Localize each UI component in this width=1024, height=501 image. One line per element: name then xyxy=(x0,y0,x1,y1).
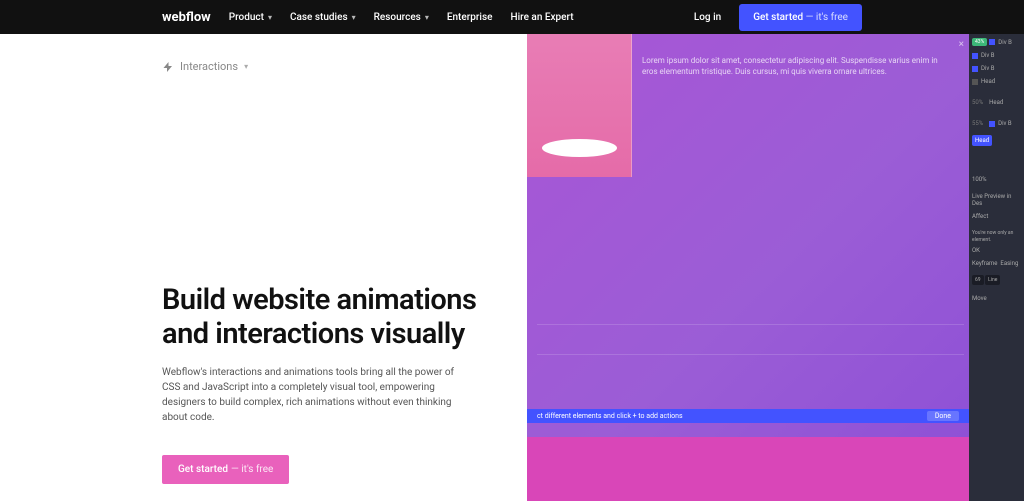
checkbox-icon[interactable] xyxy=(972,53,978,59)
selected-element[interactable]: Head xyxy=(972,135,992,146)
logo[interactable]: webflow xyxy=(162,10,211,25)
chevron-down-icon: ▾ xyxy=(352,13,356,22)
login-link[interactable]: Log in xyxy=(694,12,721,23)
progress-badge: 43% xyxy=(972,38,987,46)
checkbox-icon[interactable] xyxy=(989,121,995,127)
close-icon[interactable]: × xyxy=(959,39,964,50)
nav-hire-expert[interactable]: Hire an Expert xyxy=(511,12,574,23)
animation-panel: 43%Div B Div B Div B Head 50%Head 55%Div… xyxy=(969,34,1024,501)
lightning-icon xyxy=(162,61,174,73)
nav-resources[interactable]: Resources▾ xyxy=(374,12,429,23)
get-started-hero-button[interactable]: Get started — it's free xyxy=(162,455,289,484)
easing-input[interactable]: Line xyxy=(985,275,1000,285)
preview-section xyxy=(527,437,969,501)
designer-preview: Lorem ipsum dolor sit amet, consectetur … xyxy=(527,34,1024,501)
hero-content: Interactions ▾ Build website animations … xyxy=(0,34,527,501)
page-subtext: Webflow's interactions and animations to… xyxy=(162,365,462,425)
nav-enterprise[interactable]: Enterprise xyxy=(447,12,493,23)
get-started-button[interactable]: Get started — it's free xyxy=(739,4,862,31)
nav-case-studies[interactable]: Case studies▾ xyxy=(290,12,356,23)
keyframe-input[interactable]: 69 xyxy=(972,275,984,285)
chevron-down-icon: ▾ xyxy=(244,62,248,71)
nav-product[interactable]: Product▾ xyxy=(229,12,272,23)
top-navbar: webflow Product▾ Case studies▾ Resources… xyxy=(0,0,1024,34)
chevron-down-icon: ▾ xyxy=(425,13,429,22)
hint-bar: ct different elements and click + to add… xyxy=(527,409,969,423)
page-headline: Build website animations and interaction… xyxy=(162,283,487,351)
checkbox-icon[interactable] xyxy=(972,79,978,85)
live-preview-label: Live Preview in Des xyxy=(972,193,1021,207)
checkbox-icon[interactable] xyxy=(972,66,978,72)
chevron-down-icon: ▾ xyxy=(268,13,272,22)
done-button[interactable]: Done xyxy=(927,411,959,421)
checkbox-icon[interactable] xyxy=(989,39,995,45)
preview-image-card xyxy=(527,34,632,177)
preview-lorem-text: Lorem ipsum dolor sit amet, consectetur … xyxy=(642,55,954,77)
breadcrumb: Interactions ▾ xyxy=(162,60,487,73)
